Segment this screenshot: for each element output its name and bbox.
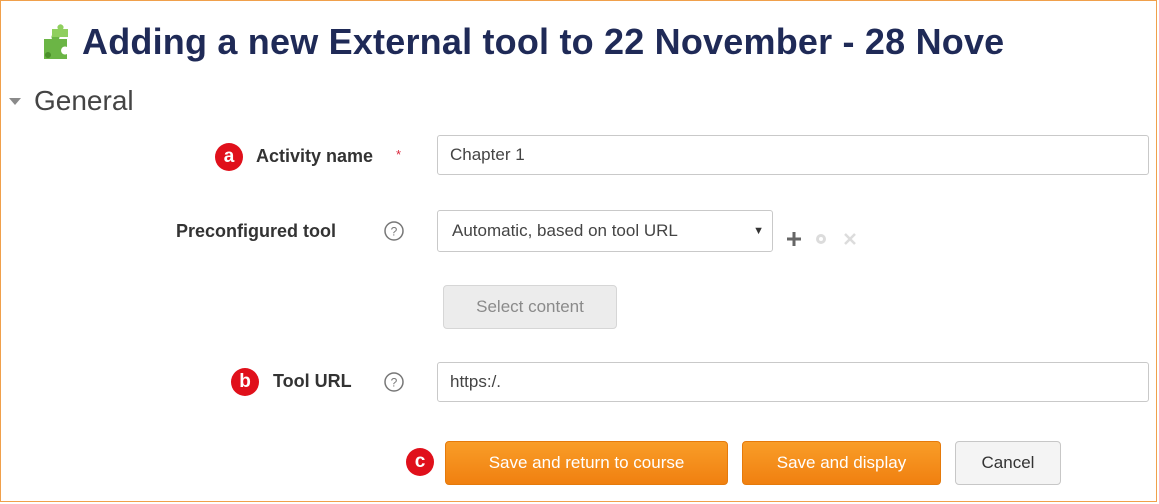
select-content-button[interactable]: Select content <box>443 285 617 329</box>
cancel-button[interactable]: Cancel <box>955 441 1061 485</box>
page-header: Adding a new External tool to 22 Novembe… <box>38 14 1159 70</box>
callout-badge-a: a <box>215 143 243 171</box>
preconfigured-tool-label: Preconfigured tool <box>176 221 337 241</box>
svg-text:?: ? <box>391 376 398 390</box>
gear-icon[interactable] <box>814 232 828 246</box>
section-title: General <box>34 85 134 116</box>
preconfigured-tool-selected: Automatic, based on tool URL <box>452 221 678 240</box>
page-title: Adding a new External tool to 22 Novembe… <box>82 21 1005 62</box>
tool-url-label: Tool URL <box>273 371 352 391</box>
section-header-general[interactable]: General <box>8 84 134 118</box>
activity-name-input[interactable]: Chapter 1 <box>437 135 1149 175</box>
add-icon[interactable] <box>785 230 803 248</box>
preconfigured-tool-select[interactable]: Automatic, based on tool URL ▼ <box>437 210 773 252</box>
collapse-triangle-icon[interactable] <box>8 94 22 108</box>
required-icon: * <box>396 147 402 162</box>
activity-name-label: Activity name <box>256 146 374 166</box>
dropdown-arrow-icon: ▼ <box>753 225 764 237</box>
svg-text:?: ? <box>391 225 398 239</box>
save-and-return-button[interactable]: Save and return to course <box>445 441 728 485</box>
puzzle-piece-icon <box>44 24 68 59</box>
callout-badge-c: c <box>406 448 434 476</box>
close-icon[interactable] <box>842 231 858 247</box>
callout-badge-b: b <box>231 368 259 396</box>
question-circle-icon[interactable]: ? <box>383 371 405 393</box>
question-circle-icon[interactable]: ? <box>383 220 405 242</box>
save-and-display-button[interactable]: Save and display <box>742 441 941 485</box>
tool-url-input[interactable]: https:/. <box>437 362 1149 402</box>
